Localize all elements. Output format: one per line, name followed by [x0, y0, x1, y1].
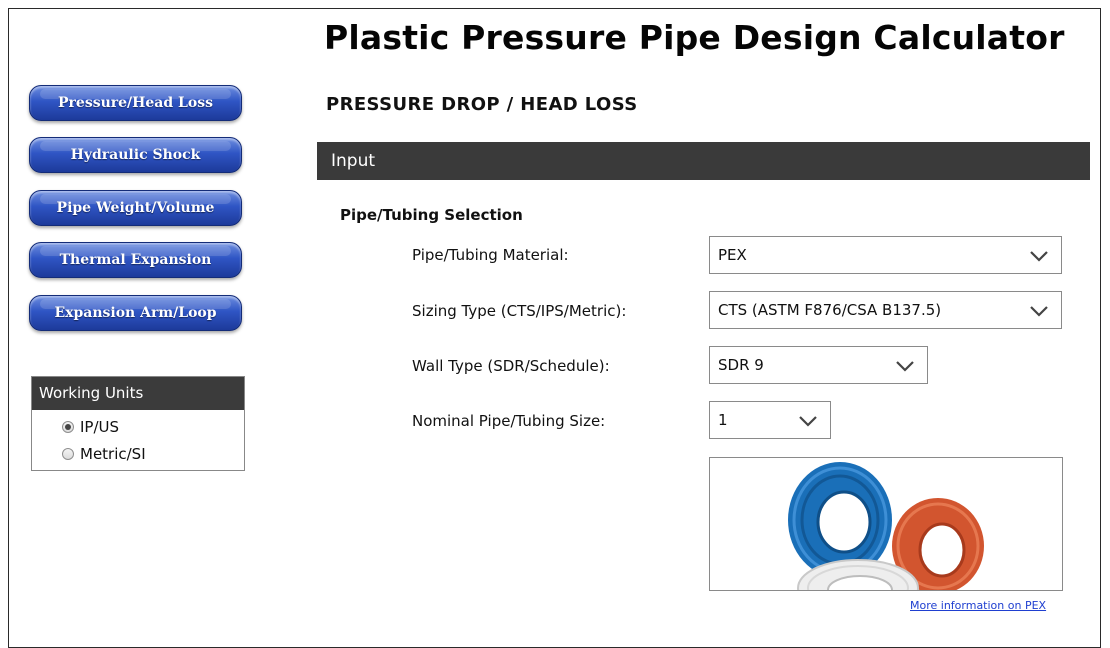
wall-type-label: Wall Type (SDR/Schedule):	[412, 357, 610, 375]
pex-tubing-image	[709, 457, 1063, 591]
radio-selected-icon[interactable]	[62, 421, 74, 433]
app-title: Plastic Pressure Pipe Design Calculator	[324, 18, 1065, 57]
input-section-header: Input	[317, 142, 1090, 180]
chevron-down-icon	[799, 416, 817, 427]
nav-hydraulic-shock-button[interactable]: Hydraulic Shock	[29, 137, 242, 173]
sizing-type-select-value: CTS (ASTM F876/CSA B137.5)	[718, 301, 942, 319]
material-label: Pipe/Tubing Material:	[412, 246, 569, 264]
nav-pressure-head-loss-button[interactable]: Pressure/Head Loss	[29, 85, 242, 121]
nominal-size-label: Nominal Pipe/Tubing Size:	[412, 412, 606, 430]
pex-tubing-coils-image	[788, 462, 984, 590]
chevron-down-icon	[1030, 306, 1048, 317]
nominal-size-select-value: 1	[718, 411, 728, 429]
material-select[interactable]: PEX	[709, 236, 1062, 274]
units-option-ip-us[interactable]: IP/US	[62, 418, 119, 436]
sizing-type-select[interactable]: CTS (ASTM F876/CSA B137.5)	[709, 291, 1062, 329]
working-units-panel: Working Units IP/US Metric/SI	[31, 376, 245, 471]
nav-thermal-expansion-button[interactable]: Thermal Expansion	[29, 242, 242, 278]
section-title: PRESSURE DROP / HEAD LOSS	[326, 94, 638, 115]
radio-unselected-icon[interactable]	[62, 448, 74, 460]
wall-type-select[interactable]: SDR 9	[709, 346, 928, 384]
more-info-pex-link[interactable]: More information on PEX	[910, 599, 1046, 612]
working-units-title: Working Units	[32, 377, 244, 410]
wall-type-select-value: SDR 9	[718, 356, 764, 374]
pipe-tubing-selection-heading: Pipe/Tubing Selection	[340, 206, 523, 224]
chevron-down-icon	[896, 361, 914, 372]
chevron-down-icon	[1030, 251, 1048, 262]
units-option-label: Metric/SI	[80, 445, 146, 463]
nominal-size-select[interactable]: 1	[709, 401, 831, 439]
units-option-label: IP/US	[80, 418, 120, 436]
nav-expansion-arm-loop-button[interactable]: Expansion Arm/Loop	[29, 295, 242, 331]
nav-pipe-weight-volume-button[interactable]: Pipe Weight/Volume	[29, 190, 242, 226]
sizing-type-label: Sizing Type (CTS/IPS/Metric):	[412, 302, 627, 320]
units-option-metric-si[interactable]: Metric/SI	[62, 445, 146, 463]
material-select-value: PEX	[718, 246, 747, 264]
